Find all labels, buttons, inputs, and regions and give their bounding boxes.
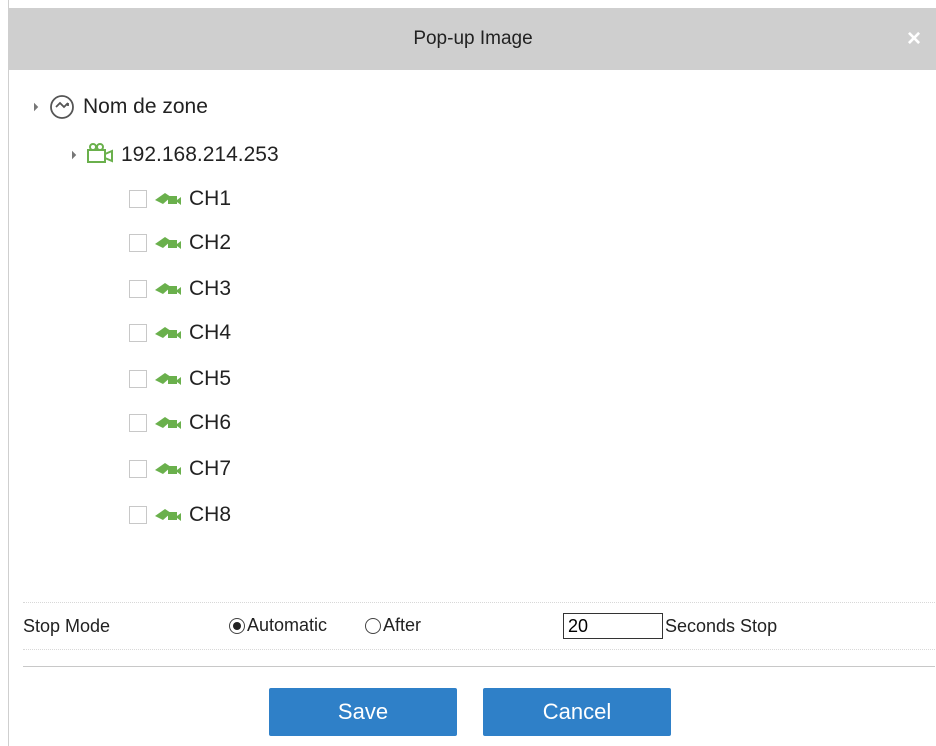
camera-icon bbox=[155, 193, 181, 205]
channel-label: CH3 bbox=[189, 277, 232, 300]
channel-checkbox[interactable] bbox=[129, 234, 147, 252]
channel-label: CH2 bbox=[189, 231, 232, 254]
radio-after[interactable]: After bbox=[365, 615, 421, 636]
tree-node-channel[interactable]: CH1 bbox=[129, 184, 231, 214]
dialog-titlebar: Pop-up Image × bbox=[9, 8, 936, 70]
radio-automatic[interactable]: Automatic bbox=[229, 615, 327, 636]
camera-icon bbox=[155, 373, 181, 385]
stop-mode-row: Stop Mode Automatic After Seconds Stop bbox=[23, 602, 935, 650]
cancel-button[interactable]: Cancel bbox=[483, 688, 671, 736]
channel-label: CH4 bbox=[189, 321, 232, 344]
popup-image-dialog: Pop-up Image × Nom de zone 192.168.214.2… bbox=[8, 0, 936, 746]
device-label: 192.168.214.253 bbox=[121, 143, 279, 166]
channel-checkbox[interactable] bbox=[129, 370, 147, 388]
channel-checkbox[interactable] bbox=[129, 506, 147, 524]
channel-label: CH6 bbox=[189, 411, 232, 434]
channel-label: CH1 bbox=[189, 187, 232, 210]
channel-label: CH5 bbox=[189, 367, 232, 390]
dialog-title: Pop-up Image bbox=[413, 28, 533, 49]
tree-node-channel[interactable]: CH8 bbox=[129, 500, 231, 530]
channel-label: CH8 bbox=[189, 503, 232, 526]
tree-node-zone[interactable]: Nom de zone bbox=[29, 92, 208, 122]
seconds-stop-label: Seconds Stop bbox=[665, 616, 778, 636]
channel-checkbox[interactable] bbox=[129, 414, 147, 432]
zone-label: Nom de zone bbox=[83, 95, 208, 118]
save-button[interactable]: Save bbox=[269, 688, 457, 736]
expand-arrow-icon[interactable] bbox=[67, 150, 77, 160]
stop-mode-label: Stop Mode bbox=[23, 616, 111, 636]
seconds-input[interactable] bbox=[563, 613, 663, 639]
close-icon[interactable]: × bbox=[901, 26, 927, 52]
radio-after-label: After bbox=[383, 615, 422, 635]
camera-icon bbox=[155, 463, 181, 475]
channel-checkbox[interactable] bbox=[129, 460, 147, 478]
camera-icon bbox=[155, 327, 181, 339]
channel-checkbox[interactable] bbox=[129, 324, 147, 342]
tree-node-channel[interactable]: CH3 bbox=[129, 274, 231, 304]
camera-icon bbox=[155, 237, 181, 249]
zone-icon bbox=[50, 95, 74, 119]
camera-icon bbox=[155, 283, 181, 295]
channel-checkbox[interactable] bbox=[129, 190, 147, 208]
tree-node-channel[interactable]: CH5 bbox=[129, 364, 231, 394]
radio-selected-icon[interactable] bbox=[229, 617, 245, 634]
tree-node-device[interactable]: 192.168.214.253 bbox=[67, 140, 279, 170]
camera-icon bbox=[155, 509, 181, 521]
tree-node-channel[interactable]: CH6 bbox=[129, 408, 231, 438]
tree-node-channel[interactable]: CH4 bbox=[129, 318, 231, 348]
channel-label: CH7 bbox=[189, 457, 232, 480]
divider bbox=[23, 666, 935, 667]
tree-node-channel[interactable]: CH7 bbox=[129, 454, 231, 484]
expand-arrow-icon[interactable] bbox=[29, 102, 39, 112]
channel-checkbox[interactable] bbox=[129, 280, 147, 298]
radio-unselected-icon[interactable] bbox=[365, 617, 381, 634]
camera-icon bbox=[155, 417, 181, 429]
tree-node-channel[interactable]: CH2 bbox=[129, 228, 231, 258]
radio-automatic-label: Automatic bbox=[247, 615, 328, 635]
camera-device-icon bbox=[87, 143, 113, 163]
